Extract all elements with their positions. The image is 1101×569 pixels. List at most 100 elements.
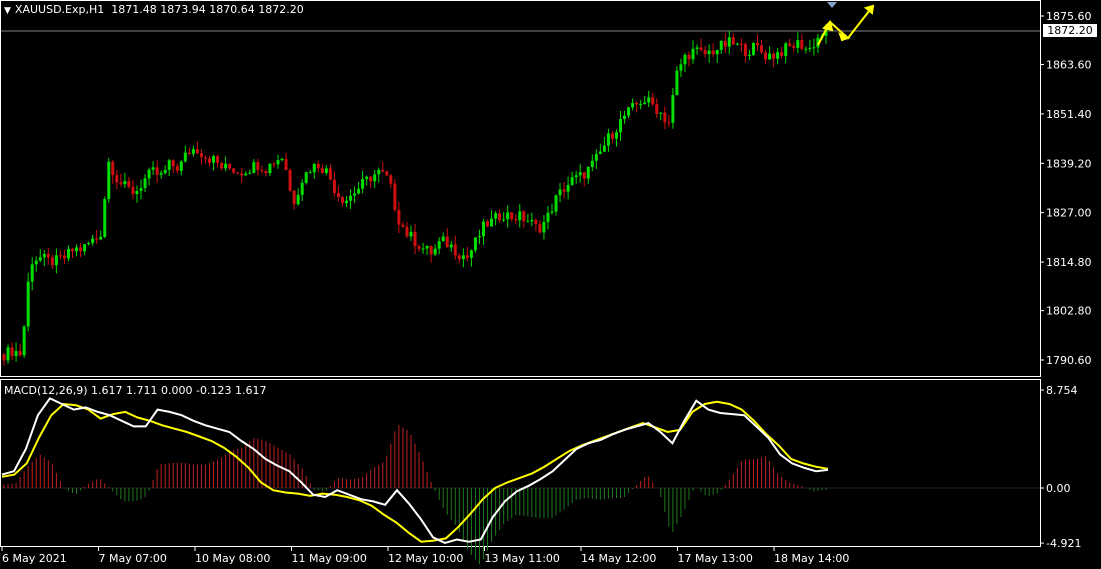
current-price-tag: 1872.20 [1043,24,1097,37]
price-axis: 1875.60 1863.60 1851.40 1839.20 1827.00 1814.… [1040,10,1092,550]
candle-body [377,169,381,175]
candle-body [538,224,542,233]
candle-body [284,158,288,171]
candle-body [103,199,107,237]
candle-body [256,162,260,171]
candle-body [659,112,663,114]
macd-axis-label: -4.921 [1046,537,1081,550]
macd-histogram [3,425,827,565]
price-axis-label: 1851.40 [1046,108,1092,121]
candle-body [784,43,788,57]
candle-body [764,52,768,60]
candle-body [240,173,244,176]
candle-body [417,246,421,249]
candle-body [216,156,220,163]
price-chart[interactable]: 1875.60 1863.60 1851.40 1839.20 1827.00 1814.… [0,0,1101,569]
candle-body [208,158,211,163]
candle-body [639,103,643,105]
candle-body [780,52,784,57]
candle-body [655,104,659,114]
candle-body [534,219,538,225]
candle-body [26,281,30,327]
candle-body [151,167,155,170]
time-axis: 6 May 2021 7 May 07:00 10 May 08:00 11 May … [1,547,849,565]
candle-body [675,70,679,96]
candle-body [308,172,312,174]
candle-body [115,175,119,183]
candle-body [542,222,546,233]
candle-body [558,189,562,196]
candle-body [95,238,99,240]
candle-body [111,161,115,176]
candle-body [6,347,10,361]
candle-body [711,50,715,55]
candle-body [244,173,248,176]
candle-body [260,170,264,172]
candle-body [413,232,417,247]
candle-body [772,53,776,59]
candle-body [586,166,590,179]
candle-body [494,213,498,219]
candle-body [83,244,87,252]
candle-body [369,176,373,182]
time-axis-label: 7 May 07:00 [99,552,167,565]
candle-body [614,132,618,139]
macd-axis-label: 0.00 [1046,482,1071,495]
candle-body [582,172,586,179]
candle-body [349,195,353,201]
candle-body [707,50,711,55]
candle-body [606,133,610,146]
candle-body [345,200,348,204]
candle-body [510,212,514,220]
candle-body [421,248,425,250]
candle-body [522,211,526,222]
candle-body [320,168,324,173]
candle-body [276,160,280,165]
candle-body [268,163,272,174]
price-axis-label: 1839.20 [1046,157,1092,170]
candle-body [735,43,739,45]
candle-body [163,169,167,173]
candle-body [590,160,594,167]
candle-body [143,178,147,188]
price-axis-label: 1875.60 [1046,10,1092,23]
candle-body [264,171,268,174]
candle-body [437,241,441,249]
candle-body [397,209,401,225]
candle-body [135,190,139,195]
shift-marker-icon[interactable] [827,2,837,8]
candle-body [719,40,723,50]
candle-body [252,162,256,173]
candle-body [71,249,74,252]
time-axis-label: 11 May 09:00 [292,552,367,565]
macd-axis-label: 8.754 [1046,384,1078,397]
candle-body [167,160,171,170]
candle-body [695,47,699,49]
price-panel-frame [0,0,1041,377]
candle-body [514,219,518,221]
candle-body [300,182,304,195]
candle-body [751,43,755,55]
time-axis-label: 18 May 14:00 [774,552,849,565]
time-axis-label: 6 May 2021 [2,552,67,565]
candle-body [623,115,627,120]
candle-body [87,242,91,245]
candle-body [373,174,377,182]
candle-body [46,253,50,258]
candle-body [328,168,332,180]
candle-body [506,212,510,220]
candle-body [469,250,473,258]
candle-body [667,122,671,124]
candle-body [336,193,340,198]
candle-body [131,186,135,195]
candle-body [425,245,429,249]
candle-body [365,176,369,180]
candle-body [119,182,123,185]
candle-body [34,260,38,265]
candle-body [747,54,751,56]
candle-body [18,351,22,356]
candle-body [123,181,127,185]
candle-body [433,248,437,255]
candle-body [647,97,651,103]
candle-body [796,40,800,48]
